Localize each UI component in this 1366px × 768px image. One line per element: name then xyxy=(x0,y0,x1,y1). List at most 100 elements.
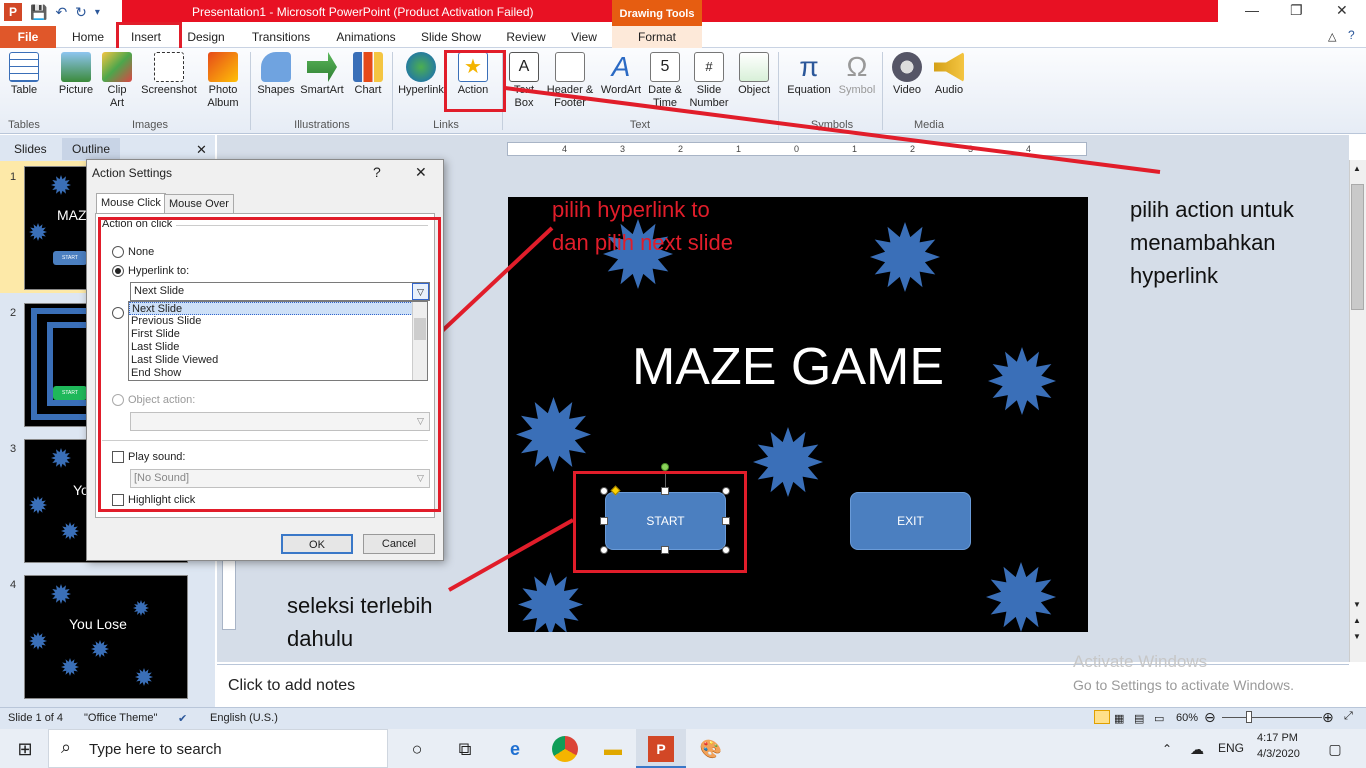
tab-slides[interactable]: Slides xyxy=(4,138,57,160)
tab-animations[interactable]: Animations xyxy=(330,26,402,48)
tab-home[interactable]: Home xyxy=(64,26,112,48)
symbol-button[interactable]: Ω Symbol xyxy=(836,52,878,97)
audio-button[interactable]: Audio xyxy=(930,52,968,97)
restore-icon[interactable]: ❐ xyxy=(1290,2,1303,19)
input-language[interactable]: ENG xyxy=(1218,741,1244,755)
chrome-icon[interactable] xyxy=(552,736,578,762)
zoom-slider[interactable] xyxy=(1222,717,1322,718)
star-shape[interactable] xyxy=(29,632,47,653)
star-shape[interactable] xyxy=(29,223,47,244)
windows-start-icon[interactable]: ⊞ xyxy=(12,736,38,762)
smartart-button[interactable]: SmartArt xyxy=(298,52,346,97)
object-button[interactable]: Object xyxy=(734,52,774,97)
wordart-button[interactable]: A WordArt xyxy=(598,52,644,97)
dialog-close-icon[interactable]: ✕ xyxy=(415,164,427,181)
reading-view-icon[interactable]: ▤ xyxy=(1134,712,1144,725)
star-shape[interactable] xyxy=(29,496,47,517)
star-shape[interactable] xyxy=(61,522,79,543)
header-footer-button[interactable]: Header & Footer xyxy=(544,52,596,110)
table-button[interactable]: Table xyxy=(6,52,42,97)
cancel-button[interactable]: Cancel xyxy=(363,534,435,554)
powerpoint-taskbar-icon[interactable]: P xyxy=(648,736,674,762)
star-shape[interactable] xyxy=(518,572,583,632)
chart-button[interactable]: Chart xyxy=(350,52,386,97)
tab-mouse-click[interactable]: Mouse Click xyxy=(96,193,166,214)
star-shape[interactable] xyxy=(61,658,79,679)
star-shape[interactable] xyxy=(51,448,71,471)
tab-format[interactable]: Format xyxy=(612,26,702,48)
help-icon[interactable]: ? xyxy=(1348,28,1355,42)
hyperlink-button[interactable]: Hyperlink xyxy=(398,52,444,97)
slide-thumbnail-4[interactable]: You Lose xyxy=(24,575,188,699)
ok-button[interactable]: OK xyxy=(281,534,353,554)
powerpoint-logo-icon[interactable]: P xyxy=(4,3,22,21)
star-shape[interactable] xyxy=(91,640,109,661)
star-shape[interactable] xyxy=(870,222,940,295)
task-view-icon[interactable]: ⧉ xyxy=(452,736,478,762)
star-shape[interactable] xyxy=(135,668,153,689)
fit-to-window-icon[interactable]: ⤢ xyxy=(1344,710,1353,723)
star-shape[interactable] xyxy=(986,562,1056,632)
tab-transitions[interactable]: Transitions xyxy=(244,26,318,48)
zoom-in-icon[interactable]: ⊕ xyxy=(1322,709,1334,726)
star-shape[interactable] xyxy=(133,600,149,619)
date-time-button[interactable]: 5 Date & Time xyxy=(646,52,684,110)
rotation-handle[interactable] xyxy=(661,463,669,471)
notifications-icon[interactable]: ▢ xyxy=(1322,736,1348,762)
cortana-icon[interactable]: ○ xyxy=(404,736,430,762)
zoom-out-icon[interactable]: ⊖ xyxy=(1204,709,1216,726)
tab-design[interactable]: Design xyxy=(180,26,232,48)
scroll-thumb[interactable] xyxy=(1351,184,1364,310)
clip-art-button[interactable]: Clip Art xyxy=(102,52,132,110)
slide-title[interactable]: MAZE GAME xyxy=(508,337,1068,397)
zoom-level[interactable]: 60% xyxy=(1176,712,1198,724)
exit-shape[interactable]: EXIT xyxy=(850,492,971,550)
star-shape[interactable] xyxy=(753,427,823,500)
file-explorer-icon[interactable]: ▬ xyxy=(600,736,626,762)
customize-qat-icon[interactable]: ▾ xyxy=(95,7,100,18)
scroll-down-icon[interactable]: ▼ xyxy=(1353,600,1361,609)
picture-button[interactable]: Picture xyxy=(56,52,96,97)
equation-button[interactable]: π Equation xyxy=(782,52,836,97)
next-slide-icon[interactable]: ▼ xyxy=(1353,632,1361,641)
previous-slide-icon[interactable]: ▲ xyxy=(1353,616,1361,625)
tab-mouse-over[interactable]: Mouse Over xyxy=(164,194,234,214)
minimize-icon[interactable]: — xyxy=(1245,2,1259,18)
slide-number-button[interactable]: # Slide Number xyxy=(686,52,732,110)
taskbar-search[interactable]: ⌕ Type here to search xyxy=(48,729,388,768)
show-hidden-icons[interactable]: ⌃ xyxy=(1154,736,1180,762)
paint-icon[interactable]: 🎨 xyxy=(698,736,724,762)
undo-icon[interactable]: ↶ xyxy=(55,4,67,21)
star-shape[interactable] xyxy=(51,175,71,198)
spelling-icon[interactable]: ✔ xyxy=(178,712,187,725)
tab-outline[interactable]: Outline xyxy=(62,138,121,160)
clock-time[interactable]: 4:17 PM xyxy=(1257,732,1298,744)
tab-view[interactable]: View xyxy=(564,26,604,48)
star-shape[interactable] xyxy=(516,397,591,475)
normal-view-icon[interactable] xyxy=(1094,710,1110,724)
onedrive-icon[interactable]: ☁ xyxy=(1184,736,1210,762)
scroll-up-icon[interactable]: ▲ xyxy=(1353,164,1361,173)
shapes-button[interactable]: Shapes xyxy=(256,52,296,97)
slideshow-view-icon[interactable]: ▭ xyxy=(1154,712,1164,725)
screenshot-button[interactable]: Screenshot xyxy=(138,52,200,97)
clock-date[interactable]: 4/3/2020 xyxy=(1257,748,1300,760)
notes-placeholder[interactable]: Click to add notes xyxy=(228,677,355,695)
tab-slide-show[interactable]: Slide Show xyxy=(416,26,486,48)
zoom-slider-thumb[interactable] xyxy=(1246,711,1252,723)
minimize-ribbon-icon[interactable]: △ xyxy=(1328,30,1336,43)
edge-icon[interactable]: e xyxy=(502,736,528,762)
language[interactable]: English (U.S.) xyxy=(210,712,278,724)
redo-icon[interactable]: ↻ xyxy=(75,4,87,21)
close-panel-icon[interactable]: ✕ xyxy=(196,142,207,158)
video-button[interactable]: Video xyxy=(886,52,928,97)
dialog-help-icon[interactable]: ? xyxy=(373,164,381,180)
text-box-button[interactable]: A Text Box xyxy=(506,52,542,110)
photo-album-button[interactable]: Photo Album xyxy=(202,52,244,110)
slide-sorter-icon[interactable]: ▦ xyxy=(1114,712,1124,725)
save-icon[interactable]: 💾 xyxy=(30,4,47,21)
close-window-icon[interactable]: ✕ xyxy=(1336,2,1348,19)
star-shape[interactable] xyxy=(988,347,1056,418)
tab-file[interactable]: File xyxy=(0,26,56,48)
star-shape[interactable] xyxy=(51,584,71,607)
